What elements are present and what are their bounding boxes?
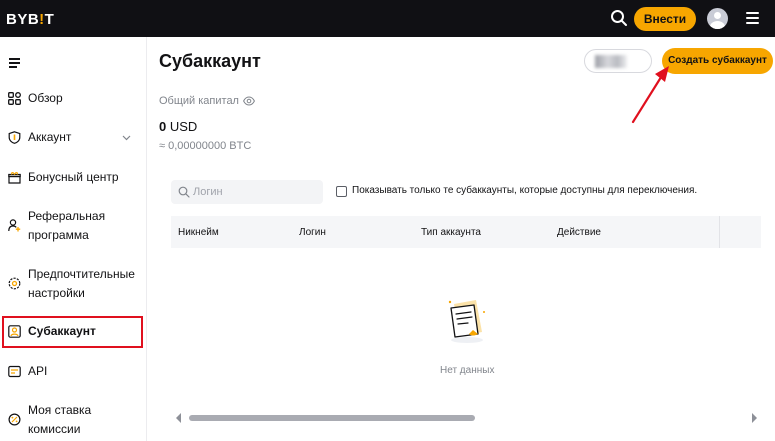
bybit-logo[interactable]: BYB!T — [6, 11, 54, 28]
login-search-box[interactable] — [171, 180, 323, 204]
scroll-left-arrow[interactable] — [176, 413, 181, 423]
sidebar-item-label: API — [28, 364, 48, 378]
total-capital-btc: ≈ 0,00000000 BTC — [159, 140, 252, 152]
sidebar-item-account[interactable]: Аккаунт — [0, 128, 147, 147]
blurred-content — [595, 55, 627, 68]
sidebar-item-label: Обзор — [28, 91, 63, 105]
eye-icon[interactable] — [243, 96, 255, 106]
api-icon — [8, 365, 21, 378]
gift-icon — [8, 172, 21, 184]
sidebar-item-label-line2: программа — [28, 228, 89, 242]
column-header-nickname: Никнейм — [178, 227, 219, 238]
chevron-down-icon[interactable] — [122, 133, 131, 142]
page-title: Субаккаунт — [159, 51, 261, 71]
top-navigation-bar: BYB!T Внести — [0, 0, 775, 37]
column-header-action: Действие — [557, 227, 601, 238]
sidebar-item-label: Субаккаунт — [28, 324, 96, 338]
shield-icon — [8, 131, 21, 144]
sidebar-item-label: Аккаунт — [28, 130, 72, 144]
create-subaccount-button[interactable]: Создать субаккаунт — [662, 48, 773, 74]
column-header-login: Логин — [299, 227, 326, 238]
sidebar-item-label: Реферальная — [28, 209, 106, 223]
settings-icon — [8, 277, 21, 290]
sidebar-item-subaccount[interactable]: Субаккаунт — [0, 322, 147, 341]
sidebar-item-label-line2: комиссии — [28, 422, 81, 436]
sidebar: Обзор Аккаунт Бонусный центр Реферальная… — [0, 37, 147, 441]
horizontal-scrollbar-thumb[interactable] — [189, 415, 475, 421]
sidebar-item-label: Предпочтительные — [28, 267, 135, 281]
empty-state-text: Нет данных — [440, 365, 495, 376]
subaccount-icon — [8, 325, 21, 338]
sidebar-item-overview[interactable]: Обзор — [0, 89, 147, 108]
capital-currency: USD — [169, 119, 198, 134]
login-search-input[interactable] — [193, 183, 313, 201]
total-capital-value: 0 USD — [159, 119, 197, 134]
switchable-only-label[interactable]: Показывать только те субаккаунты, которы… — [352, 185, 697, 196]
capital-amount: 0 — [159, 119, 167, 134]
sidebar-item-label: Бонусный центр — [28, 170, 119, 184]
column-divider — [719, 216, 720, 248]
menu-icon[interactable] — [746, 12, 759, 24]
sidebar-item-fee-rate[interactable]: Моя ставка комиссии — [0, 401, 147, 439]
column-header-account-type: Тип аккаунта — [421, 227, 481, 238]
table-header: Никнейм Логин Тип аккаунта Действие — [171, 216, 761, 248]
fee-icon — [8, 413, 21, 426]
sidebar-item-bonus-center[interactable]: Бонусный центр — [0, 168, 147, 187]
grid-icon — [8, 92, 21, 105]
sidebar-item-referral[interactable]: Реферальная программа — [0, 207, 147, 245]
referral-icon — [8, 219, 21, 232]
total-capital-label: Общий капитал — [159, 95, 239, 107]
empty-document-icon — [448, 300, 485, 343]
sidebar-item-label-line2: настройки — [28, 286, 85, 300]
search-icon[interactable] — [610, 9, 628, 27]
deposit-button[interactable]: Внести — [634, 7, 696, 31]
search-icon — [178, 186, 190, 198]
avatar[interactable] — [707, 8, 728, 29]
red-arrow-annotation — [631, 66, 669, 124]
switchable-only-checkbox[interactable] — [336, 186, 347, 197]
sidebar-item-api[interactable]: API — [0, 362, 147, 381]
scroll-right-arrow[interactable] — [752, 413, 757, 423]
collapse-sidebar-icon[interactable] — [9, 58, 20, 68]
sidebar-item-preferences[interactable]: Предпочтительные настройки — [0, 265, 147, 303]
sidebar-item-label: Моя ставка — [28, 403, 92, 417]
